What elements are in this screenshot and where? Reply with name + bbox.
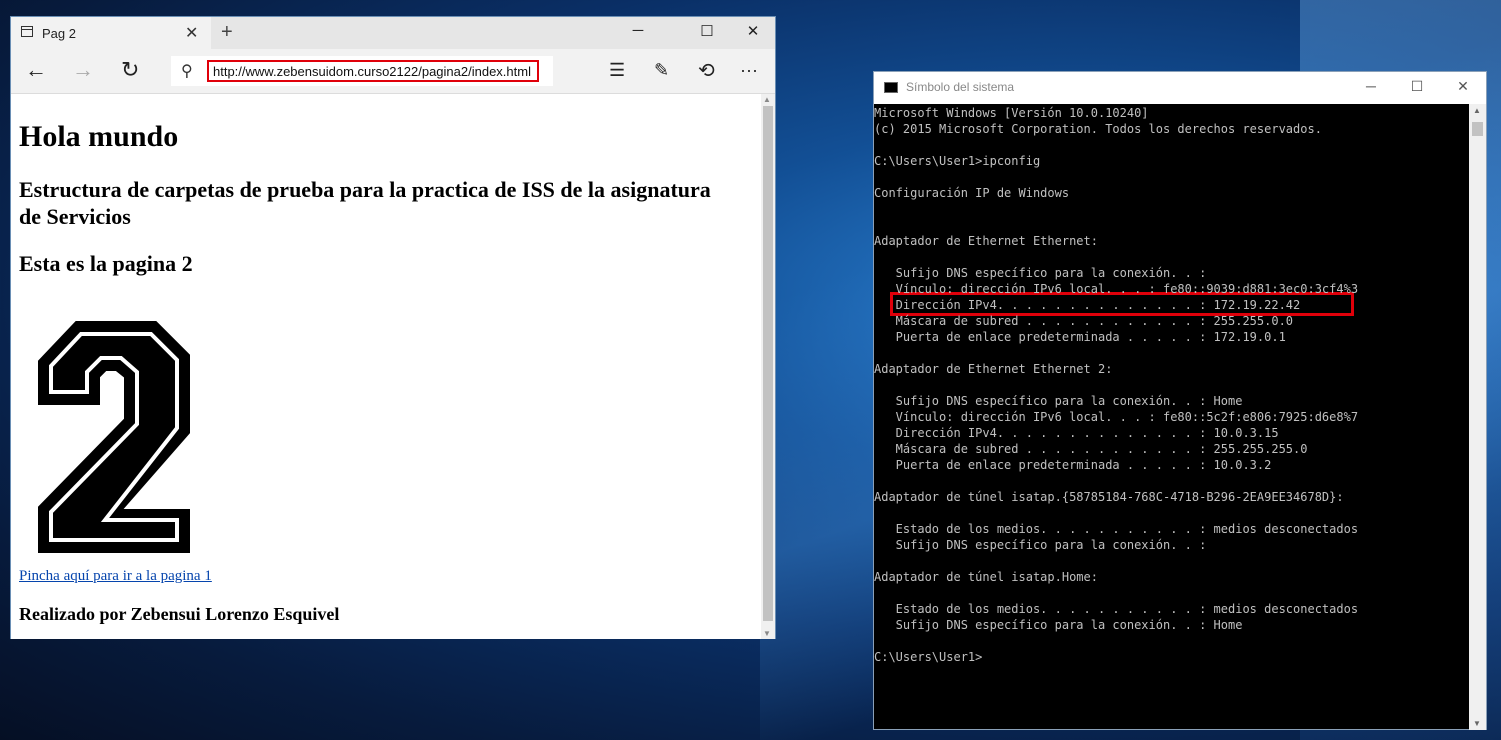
- cmd-close-button[interactable]: ✕: [1440, 78, 1486, 95]
- close-button[interactable]: ✕: [730, 22, 776, 40]
- tab-close-icon[interactable]: ✕: [185, 23, 198, 43]
- minimize-button[interactable]: ─: [615, 22, 661, 39]
- web-note-icon[interactable]: ✎: [654, 60, 669, 81]
- cmd-scrollbar[interactable]: ▲ ▼: [1469, 104, 1486, 730]
- cmd-scroll-up-icon[interactable]: ▲: [1473, 106, 1481, 115]
- tab-pag2[interactable]: Pag 2 ✕: [11, 17, 211, 49]
- refresh-icon[interactable]: ↻: [121, 57, 139, 83]
- cmd-line: Dirección IPv4. . . . . . . . . . . . . …: [874, 298, 1301, 312]
- cmd-line: Configuración IP de Windows: [874, 186, 1070, 200]
- browser-toolbar: ← → ↻ ⚲ http://www.zebensuidom.curso2122…: [11, 49, 775, 94]
- back-arrow-icon[interactable]: ←: [25, 57, 47, 83]
- cmd-line: Estado de los medios. . . . . . . . . . …: [874, 602, 1359, 616]
- cmd-title: Símbolo del sistema: [906, 80, 1015, 94]
- cmd-line: Adaptador de Ethernet Ethernet 2:: [874, 362, 1113, 376]
- cmd-line: Puerta de enlace predeterminada . . . . …: [874, 330, 1286, 344]
- address-bar[interactable]: ⚲ http://www.zebensuidom.curso2122/pagin…: [171, 56, 553, 86]
- search-icon: ⚲: [181, 63, 193, 80]
- cmd-window: Símbolo del sistema ─ ☐ ✕ Microsoft Wind…: [873, 71, 1487, 730]
- cmd-line: Adaptador de túnel isatap.{58785184-768C…: [874, 490, 1344, 504]
- number-two-image: [38, 321, 190, 553]
- cmd-line: Sufijo DNS específico para la conexión. …: [874, 618, 1243, 632]
- tab-strip: Pag 2 ✕ + ─ ☐ ✕: [11, 17, 775, 49]
- url-input[interactable]: http://www.zebensuidom.curso2122/pagina2…: [207, 60, 539, 82]
- cmd-minimize-button[interactable]: ─: [1348, 78, 1394, 94]
- page-heading: Hola mundo: [19, 120, 179, 153]
- web-content: Hola mundo Estructura de carpetas de pru…: [11, 94, 763, 639]
- cmd-scroll-down-icon[interactable]: ▼: [1473, 719, 1481, 728]
- page1-link[interactable]: Pincha aquí para ir a la pagina 1: [19, 568, 212, 585]
- cmd-line: Estado de los medios. . . . . . . . . . …: [874, 522, 1359, 536]
- hub-icon[interactable]: ☰: [609, 60, 625, 81]
- cmd-line: Dirección IPv4. . . . . . . . . . . . . …: [874, 426, 1279, 440]
- page-footer: Realizado por Zebensui Lorenzo Esquivel: [19, 604, 340, 624]
- cmd-scroll-thumb[interactable]: [1472, 122, 1483, 136]
- more-icon[interactable]: ···: [740, 60, 758, 81]
- cmd-line: Sufijo DNS específico para la conexión. …: [874, 394, 1243, 408]
- cmd-line: Sufijo DNS específico para la conexión. …: [874, 266, 1207, 280]
- cmd-line: Puerta de enlace predeterminada . . . . …: [874, 458, 1272, 472]
- browser-window: Pag 2 ✕ + ─ ☐ ✕ ← → ↻ ⚲ http://www.zeben…: [10, 16, 776, 639]
- maximize-button[interactable]: ☐: [684, 22, 730, 40]
- forward-arrow-icon[interactable]: →: [72, 57, 94, 83]
- scroll-up-icon[interactable]: ▲: [763, 95, 771, 104]
- cmd-title-bar[interactable]: Símbolo del sistema ─ ☐ ✕: [874, 72, 1486, 104]
- new-tab-button[interactable]: +: [221, 21, 233, 44]
- cmd-line: Vínculo: dirección IPv6 local. . . : fe8…: [874, 282, 1359, 296]
- cmd-line: Microsoft Windows [Versión 10.0.10240]: [874, 106, 1149, 120]
- cmd-icon: [884, 82, 898, 93]
- cmd-line: Adaptador de Ethernet Ethernet:: [874, 234, 1098, 248]
- cmd-line: Máscara de subred . . . . . . . . . . . …: [874, 442, 1308, 456]
- cmd-line: Máscara de subred . . . . . . . . . . . …: [874, 314, 1294, 328]
- page-label: Esta es la pagina 2: [19, 251, 193, 276]
- cmd-line: Adaptador de túnel isatap.Home:: [874, 570, 1098, 584]
- vertical-scrollbar[interactable]: ▲ ▼: [761, 94, 775, 639]
- cmd-line: Vínculo: dirección IPv6 local. . . : fe8…: [874, 410, 1359, 424]
- page-subheading: Estructura de carpetas de prueba para la…: [19, 177, 711, 229]
- cmd-line: (c) 2015 Microsoft Corporation. Todos lo…: [874, 122, 1322, 136]
- tab-title: Pag 2: [42, 26, 76, 41]
- share-icon[interactable]: ⟲: [698, 58, 715, 83]
- cmd-maximize-button[interactable]: ☐: [1394, 78, 1440, 95]
- cmd-line: Sufijo DNS específico para la conexión. …: [874, 538, 1207, 552]
- page-icon: [21, 26, 33, 37]
- cmd-line: C:\Users\User1>: [874, 650, 983, 664]
- cmd-line: C:\Users\User1>ipconfig: [874, 154, 1041, 168]
- scroll-down-icon[interactable]: ▼: [763, 629, 771, 638]
- cmd-output[interactable]: Microsoft Windows [Versión 10.0.10240] (c…: [874, 104, 1470, 730]
- scroll-thumb[interactable]: [763, 106, 773, 621]
